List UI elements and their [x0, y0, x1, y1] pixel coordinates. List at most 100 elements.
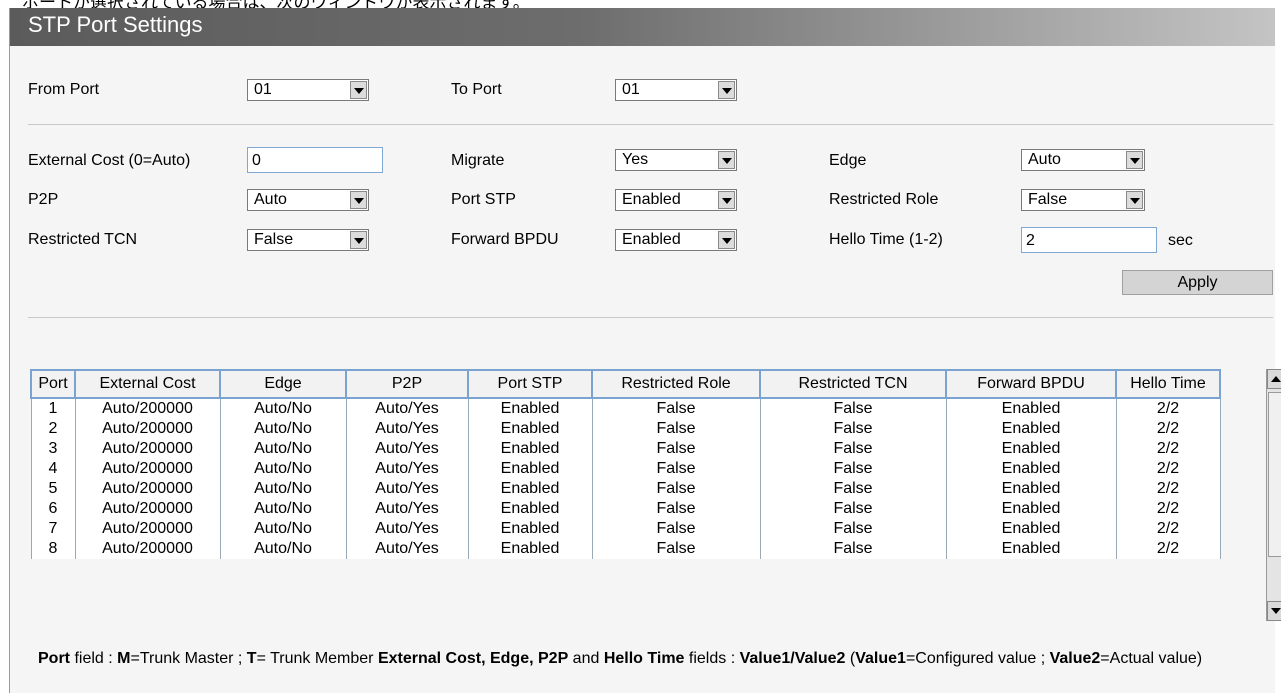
table-cell: False — [759, 459, 947, 479]
external-cost-input[interactable] — [248, 148, 382, 172]
table-cell: 2/2 — [1115, 499, 1221, 519]
forward-bpdu-label: Forward BPDU — [451, 231, 559, 248]
table-cell: Auto/No — [219, 398, 347, 419]
page-caption: ポートが選択されている場合は、次のウィンドウが表示されます。 — [0, 0, 1281, 8]
table-cell: Enabled — [945, 539, 1117, 559]
page-caption-text: ポートが選択されている場合は、次のウィンドウが表示されます。 — [22, 0, 530, 8]
port-stp-label: Port STP — [451, 191, 516, 208]
header-port: Port — [30, 369, 76, 399]
port-table: Port External Cost Edge P2P Port STP Res… — [30, 369, 1221, 559]
table-scrollbar[interactable] — [1266, 369, 1281, 621]
table-cell: Enabled — [467, 439, 593, 459]
chevron-down-icon[interactable] — [718, 81, 735, 99]
table-row: 3 Auto/200000 Auto/No Auto/Yes Enabled False F… — [30, 439, 1221, 459]
scroll-thumb[interactable] — [1268, 392, 1281, 557]
restricted-role-value: False — [1028, 191, 1068, 208]
table-cell: Enabled — [467, 499, 593, 519]
notes-text: =Trunk Master ; — [130, 650, 247, 667]
p2p-select[interactable]: Auto — [247, 189, 369, 211]
hello-time-label: Hello Time (1-2) — [829, 231, 943, 248]
table-row: 1 Auto/200000 Auto/No Auto/Yes Enabled False F… — [30, 398, 1221, 419]
table-cell: Auto/No — [219, 419, 347, 439]
hello-time-field[interactable] — [1021, 227, 1157, 253]
table-cell: 8 — [30, 539, 76, 559]
table-cell: Auto/200000 — [74, 439, 221, 459]
table-cell: False — [759, 519, 947, 539]
table-cell: Auto/Yes — [345, 398, 469, 419]
chevron-down-icon[interactable] — [350, 231, 367, 249]
notes-text: =Configured value ; — [905, 650, 1050, 667]
table-cell: False — [759, 539, 947, 559]
table-row: 8 Auto/200000 Auto/No Auto/Yes Enabled False F… — [30, 539, 1221, 559]
table-cell: Auto/200000 — [74, 499, 221, 519]
table-cell: 2/2 — [1115, 398, 1221, 419]
migrate-label: Migrate — [451, 152, 505, 169]
migrate-select[interactable]: Yes — [615, 149, 737, 171]
chevron-down-icon[interactable] — [350, 81, 367, 99]
header-port-stp: Port STP — [467, 369, 593, 399]
table-cell: 2/2 — [1115, 459, 1221, 479]
edge-select[interactable]: Auto — [1021, 149, 1145, 171]
port-stp-select[interactable]: Enabled — [615, 189, 737, 211]
table-cell: False — [759, 479, 947, 499]
divider — [28, 317, 1273, 318]
hello-time-input[interactable] — [1022, 228, 1156, 252]
notes-fields: External Cost, Edge, P2P — [377, 650, 569, 667]
edge-label: Edge — [829, 152, 867, 169]
chevron-down-icon[interactable] — [1126, 191, 1143, 209]
table-cell: Enabled — [945, 439, 1117, 459]
header-p2p: P2P — [345, 369, 469, 399]
table-cell: Enabled — [945, 499, 1117, 519]
to-port-select[interactable]: 01 — [615, 79, 737, 101]
notes-value2: Value2 — [1049, 650, 1101, 667]
chevron-down-icon[interactable] — [718, 151, 735, 169]
table-cell: Auto/No — [219, 459, 347, 479]
table-cell: False — [759, 439, 947, 459]
divider — [28, 124, 1273, 125]
table-cell: 5 — [30, 479, 76, 499]
table-cell: 2/2 — [1115, 519, 1221, 539]
table-cell: False — [759, 398, 947, 419]
table-cell: False — [591, 479, 761, 499]
table-cell: Auto/Yes — [345, 419, 469, 439]
scroll-down-icon[interactable] — [1267, 601, 1281, 621]
external-cost-field[interactable] — [247, 147, 383, 173]
external-cost-label: External Cost (0=Auto) — [28, 152, 191, 169]
table-cell: Enabled — [467, 519, 593, 539]
port-stp-value: Enabled — [622, 191, 681, 208]
restricted-tcn-select[interactable]: False — [247, 229, 369, 251]
notes-value1: Value1 — [855, 650, 906, 667]
table-body: 1 Auto/200000 Auto/No Auto/Yes Enabled False F… — [30, 398, 1221, 559]
table-cell: 4 — [30, 459, 76, 479]
from-port-select[interactable]: 01 — [247, 79, 369, 101]
table-cell: Auto/No — [219, 479, 347, 499]
table-row: 6 Auto/200000 Auto/No Auto/Yes Enabled False F… — [30, 499, 1221, 519]
table-cell: False — [591, 499, 761, 519]
chevron-down-icon[interactable] — [718, 191, 735, 209]
notes-hello-time: Hello Time — [603, 650, 685, 667]
chevron-down-icon[interactable] — [1126, 151, 1143, 169]
table-cell: Auto/200000 — [74, 479, 221, 499]
table-cell: Enabled — [467, 479, 593, 499]
restricted-tcn-value: False — [254, 231, 294, 248]
table-cell: Auto/Yes — [345, 479, 469, 499]
table-cell: Enabled — [467, 419, 593, 439]
table-cell: Auto/200000 — [74, 519, 221, 539]
table-cell: 6 — [30, 499, 76, 519]
table-cell: Enabled — [945, 459, 1117, 479]
forward-bpdu-select[interactable]: Enabled — [615, 229, 737, 251]
table-row: 2 Auto/200000 Auto/No Auto/Yes Enabled False F… — [30, 419, 1221, 439]
table-row: 7 Auto/200000 Auto/No Auto/Yes Enabled False F… — [30, 519, 1221, 539]
scroll-up-icon[interactable] — [1267, 369, 1281, 389]
chevron-down-icon[interactable] — [718, 231, 735, 249]
notes-port: Port — [38, 650, 70, 667]
chevron-down-icon[interactable] — [350, 191, 367, 209]
apply-button[interactable]: Apply — [1122, 270, 1273, 295]
table-cell: 2 — [30, 419, 76, 439]
table-cell: Auto/No — [219, 439, 347, 459]
table-cell: Auto/Yes — [345, 459, 469, 479]
table-cell: Auto/200000 — [74, 539, 221, 559]
forward-bpdu-value: Enabled — [622, 231, 681, 248]
table-cell: False — [591, 519, 761, 539]
restricted-role-select[interactable]: False — [1021, 189, 1145, 211]
